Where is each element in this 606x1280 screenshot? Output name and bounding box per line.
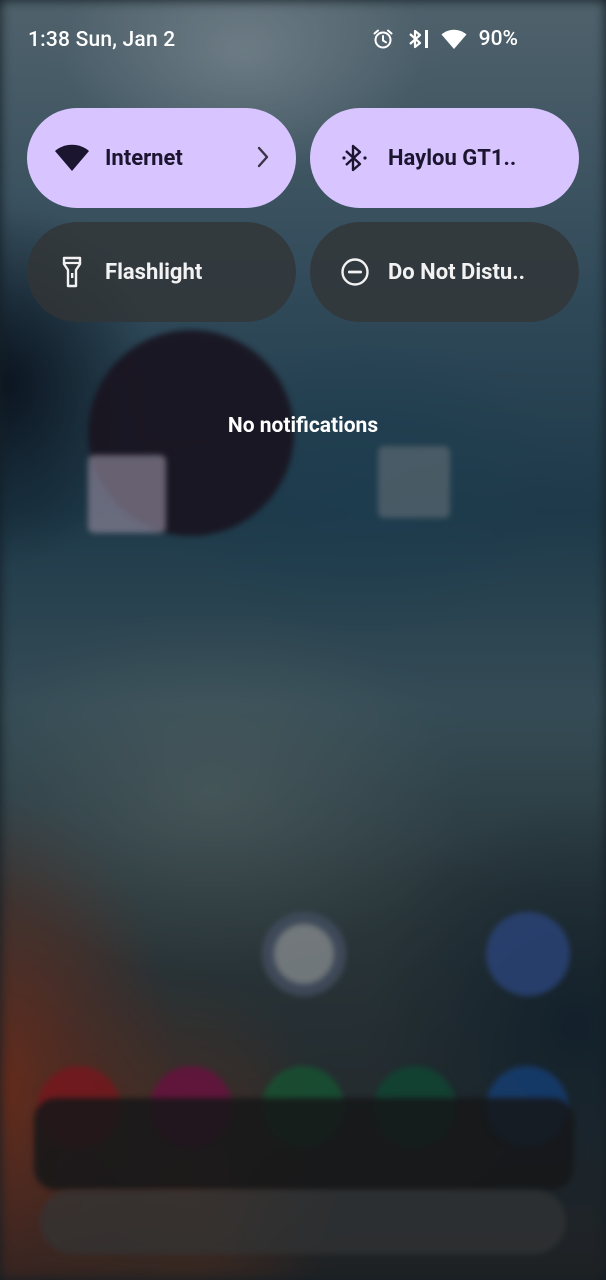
tile-do-not-disturb[interactable]: Do Not Distu..: [310, 222, 579, 322]
tile-dnd-label: Do Not Distu..: [388, 259, 525, 285]
bluetooth-icon: [405, 26, 431, 52]
status-bar: 1:38 Sun, Jan 2 90%: [0, 0, 606, 82]
tile-bluetooth[interactable]: Haylou GT1..: [310, 108, 579, 208]
no-notifications-text: No notifications: [227, 414, 379, 438]
alarm-icon: [371, 27, 395, 51]
tile-internet[interactable]: Internet: [27, 108, 296, 208]
tile-flashlight[interactable]: Flashlight: [27, 222, 296, 322]
flashlight-icon: [53, 253, 91, 291]
tile-bluetooth-label: Haylou GT1..: [388, 145, 517, 171]
tile-internet-label: Internet: [105, 145, 183, 171]
chevron-right-icon[interactable]: [256, 145, 270, 173]
status-time-date: 1:38 Sun, Jan 2: [28, 28, 176, 52]
wifi-signal-icon: [441, 28, 467, 50]
bluetooth-icon: [336, 139, 374, 177]
status-icons: 90%: [371, 26, 518, 52]
battery-percentage: 90%: [478, 27, 518, 51]
do-not-disturb-icon: [336, 253, 374, 291]
wifi-icon: [53, 139, 91, 177]
tile-flashlight-label: Flashlight: [105, 259, 203, 285]
